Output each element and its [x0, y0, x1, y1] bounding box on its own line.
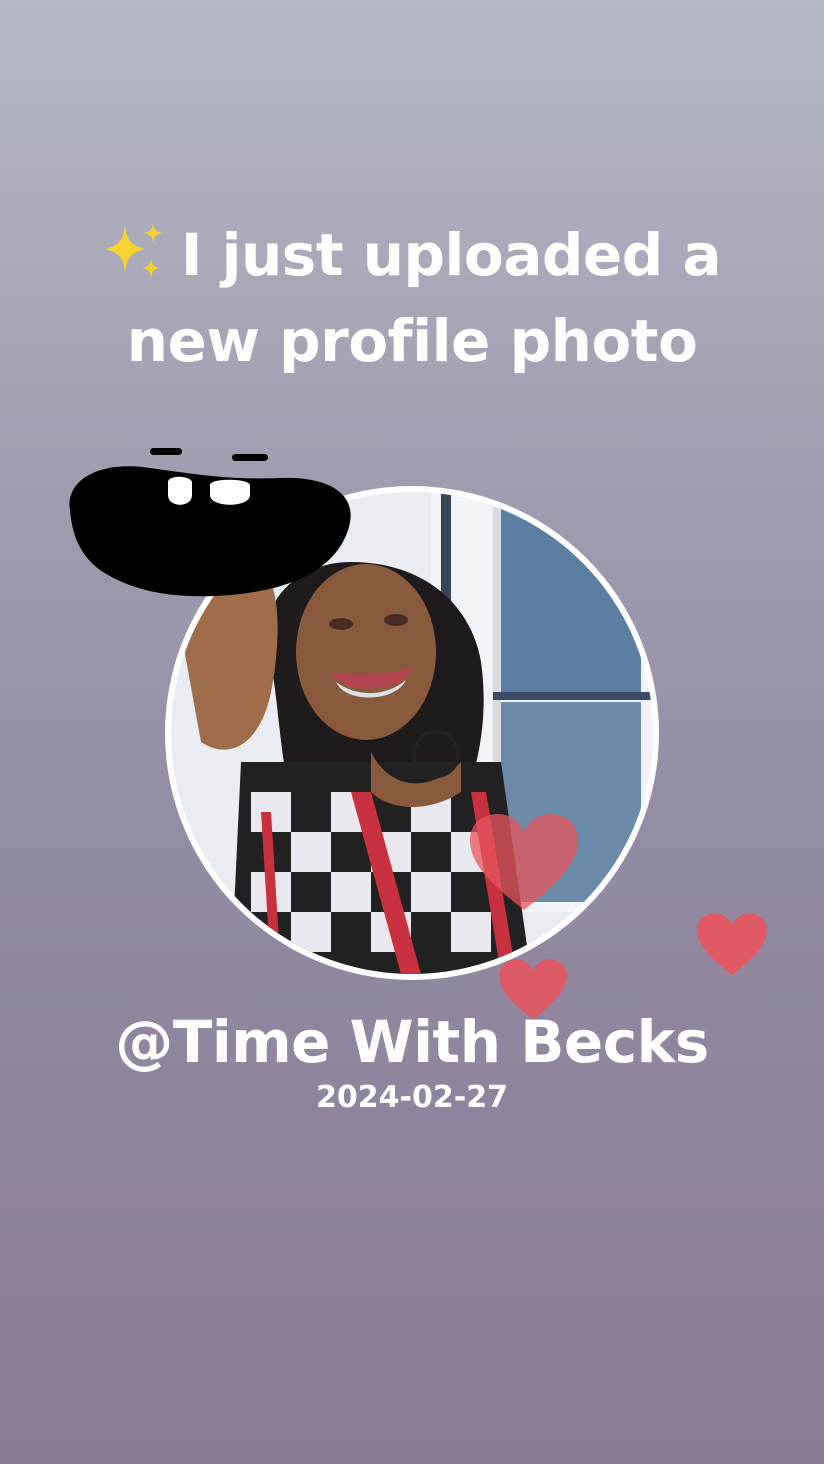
post-date: 2024-02-27: [316, 1080, 508, 1115]
headline-line-1: I just uploaded a: [0, 212, 824, 298]
headline: I just uploaded a new profile photo: [0, 212, 824, 384]
username: @Time With Becks: [115, 1008, 709, 1076]
sparkles-icon: [103, 221, 169, 281]
heart-icon: [697, 913, 767, 976]
mouth-sticker: [69, 448, 351, 597]
headline-text-1: I just uploaded a: [180, 221, 722, 289]
headline-text-2: new profile photo: [126, 307, 698, 375]
heart-icon: [470, 814, 578, 910]
